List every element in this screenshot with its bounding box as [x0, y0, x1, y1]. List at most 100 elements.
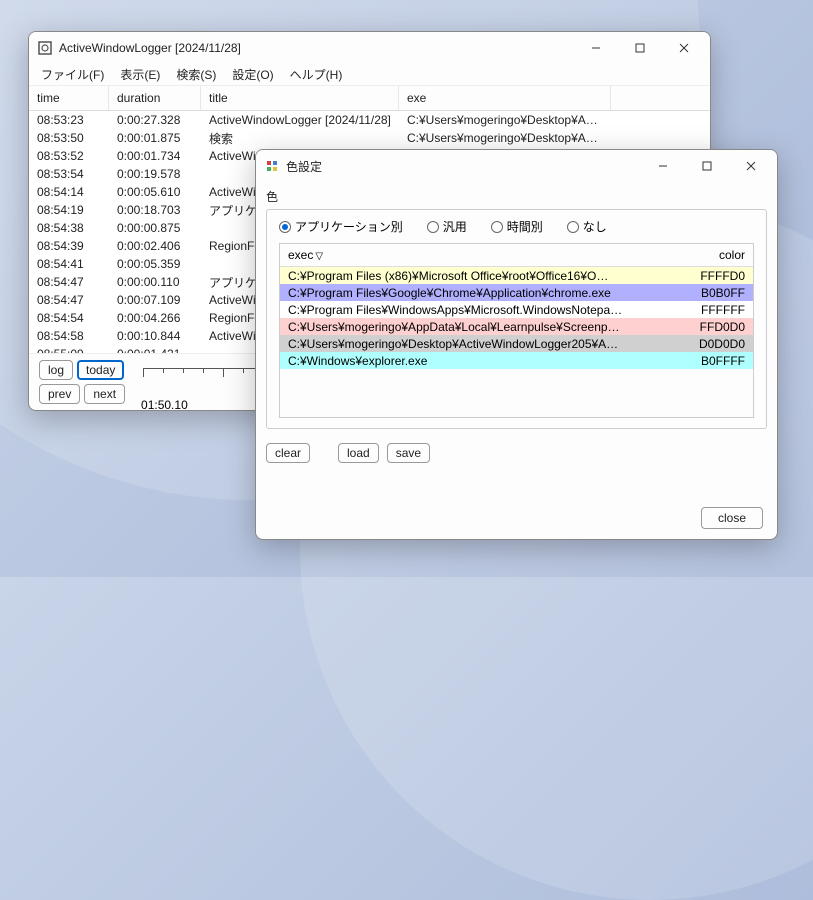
- cell-duration: 0:00:00.875: [109, 220, 201, 236]
- radio-0[interactable]: アプリケーション別: [279, 218, 403, 235]
- cell-duration: 0:00:05.359: [109, 256, 201, 272]
- cell-exec: C:¥Windows¥explorer.exe: [280, 354, 673, 368]
- radio-3[interactable]: なし: [567, 218, 607, 235]
- cell-exe: C:¥Users¥mogeringo¥Desktop¥Acti…: [399, 130, 611, 146]
- close-button[interactable]: [662, 34, 706, 62]
- load-button[interactable]: load: [338, 443, 379, 463]
- radio-icon: [427, 221, 439, 233]
- cell-exec: C:¥Users¥mogeringo¥AppData¥Local¥Learnpu…: [280, 320, 673, 334]
- dialog-title: 色設定: [286, 158, 641, 175]
- cell-time: 08:54:38: [29, 220, 109, 236]
- cell-time: 08:55:09: [29, 346, 109, 353]
- cell-duration: 0:00:01.734: [109, 148, 201, 164]
- color-row[interactable]: C:¥Users¥mogeringo¥AppData¥Local¥Learnpu…: [280, 318, 753, 335]
- save-button[interactable]: save: [387, 443, 430, 463]
- color-group: 色 アプリケーション別 汎用 時間別 なし exec▽ color C:¥Progra…: [256, 182, 777, 433]
- radio-icon: [491, 221, 503, 233]
- time-label: 01:50.10: [141, 398, 188, 411]
- table-row[interactable]: 08:53:230:00:27.328ActiveWindowLogger [2…: [29, 111, 710, 129]
- radio-icon: [279, 221, 291, 233]
- menu-view[interactable]: 表示(E): [112, 64, 168, 85]
- cell-time: 08:54:54: [29, 310, 109, 326]
- color-table-body: C:¥Program Files (x86)¥Microsoft Office¥…: [280, 267, 753, 417]
- radio-label: 汎用: [443, 218, 467, 235]
- color-row[interactable]: C:¥Program Files (x86)¥Microsoft Office¥…: [280, 267, 753, 284]
- today-button[interactable]: today: [77, 360, 124, 380]
- prev-button[interactable]: prev: [39, 384, 80, 404]
- dialog-close-button[interactable]: [729, 152, 773, 180]
- col-duration[interactable]: duration: [109, 86, 201, 110]
- col-exe[interactable]: exe: [399, 86, 611, 110]
- group-box: アプリケーション別 汎用 時間別 なし exec▽ color C:¥Program …: [266, 209, 767, 429]
- color-table: exec▽ color C:¥Program Files (x86)¥Micro…: [279, 243, 754, 418]
- cell-exec: C:¥Program Files (x86)¥Microsoft Office¥…: [280, 269, 673, 283]
- color-dialog: 色設定 色 アプリケーション別 汎用 時間別 なし exec▽ color C:¥Pr…: [255, 149, 778, 540]
- color-table-header: exec▽ color: [280, 244, 753, 267]
- cell-time: 08:53:23: [29, 112, 109, 128]
- color-row[interactable]: C:¥Windows¥explorer.exeB0FFFF: [280, 352, 753, 369]
- cell-time: 08:53:54: [29, 166, 109, 182]
- menu-file[interactable]: ファイル(F): [33, 64, 112, 85]
- cell-color: B0FFFF: [673, 354, 753, 368]
- maximize-button[interactable]: [618, 34, 662, 62]
- radio-1[interactable]: 汎用: [427, 218, 467, 235]
- main-title: ActiveWindowLogger [2024/11/28]: [59, 41, 574, 55]
- cell-duration: 0:00:04.266: [109, 310, 201, 326]
- window-controls: [574, 34, 706, 62]
- cell-duration: 0:00:10.844: [109, 328, 201, 344]
- table-row[interactable]: 08:53:500:00:01.875検索C:¥Users¥mogeringo¥…: [29, 129, 710, 147]
- radio-2[interactable]: 時間別: [491, 218, 543, 235]
- radio-group: アプリケーション別 汎用 時間別 なし: [279, 218, 754, 235]
- cell-duration: 0:00:02.406: [109, 238, 201, 254]
- menu-settings[interactable]: 設定(O): [224, 64, 281, 85]
- cell-duration: 0:00:01.875: [109, 130, 201, 146]
- clear-button[interactable]: clear: [266, 443, 310, 463]
- col-color[interactable]: color: [673, 244, 753, 266]
- radio-label: アプリケーション別: [295, 218, 403, 235]
- dialog-minimize-button[interactable]: [641, 152, 685, 180]
- close-dialog-button[interactable]: close: [701, 507, 763, 529]
- cell-duration: 0:00:00.110: [109, 274, 201, 290]
- color-row[interactable]: C:¥Program Files¥Google¥Chrome¥Applicati…: [280, 284, 753, 301]
- cell-time: 08:53:50: [29, 130, 109, 146]
- dialog-icon: [264, 158, 280, 174]
- cell-exec: C:¥Program Files¥WindowsApps¥Microsoft.W…: [280, 303, 673, 317]
- next-button[interactable]: next: [84, 384, 125, 404]
- log-button[interactable]: log: [39, 360, 73, 380]
- cell-time: 08:53:52: [29, 148, 109, 164]
- cell-color: FFFFFF: [673, 303, 753, 317]
- cell-time: 08:54:47: [29, 274, 109, 290]
- radio-label: なし: [583, 218, 607, 235]
- cell-color: FFD0D0: [673, 320, 753, 334]
- col-title[interactable]: title: [201, 86, 399, 110]
- cell-duration: 0:00:05.610: [109, 184, 201, 200]
- cell-exe: C:¥Users¥mogeringo¥Desktop¥Acti…: [399, 112, 611, 128]
- cell-color: FFFFD0: [673, 269, 753, 283]
- dialog-action-buttons: clear load save: [256, 433, 777, 473]
- group-label: 色: [266, 188, 767, 205]
- main-titlebar: ActiveWindowLogger [2024/11/28]: [29, 32, 710, 64]
- menu-search[interactable]: 検索(S): [168, 64, 224, 85]
- app-icon: [37, 40, 53, 56]
- col-exec[interactable]: exec▽: [280, 244, 673, 266]
- cell-time: 08:54:39: [29, 238, 109, 254]
- cell-duration: 0:00:01.421: [109, 346, 201, 353]
- dialog-footer: close: [256, 497, 777, 539]
- cell-time: 08:54:14: [29, 184, 109, 200]
- cell-duration: 0:00:19.578: [109, 166, 201, 182]
- menu-help[interactable]: ヘルプ(H): [282, 64, 351, 85]
- cell-time: 08:54:19: [29, 202, 109, 218]
- radio-label: 時間別: [507, 218, 543, 235]
- color-row[interactable]: C:¥Program Files¥WindowsApps¥Microsoft.W…: [280, 301, 753, 318]
- dialog-maximize-button[interactable]: [685, 152, 729, 180]
- table-header: time duration title exe: [29, 86, 710, 111]
- cell-time: 08:54:41: [29, 256, 109, 272]
- cell-duration: 0:00:27.328: [109, 112, 201, 128]
- cell-duration: 0:00:18.703: [109, 202, 201, 218]
- cell-time: 08:54:47: [29, 292, 109, 308]
- cell-duration: 0:00:07.109: [109, 292, 201, 308]
- col-time[interactable]: time: [29, 86, 109, 110]
- radio-icon: [567, 221, 579, 233]
- minimize-button[interactable]: [574, 34, 618, 62]
- color-row[interactable]: C:¥Users¥mogeringo¥Desktop¥ActiveWindowL…: [280, 335, 753, 352]
